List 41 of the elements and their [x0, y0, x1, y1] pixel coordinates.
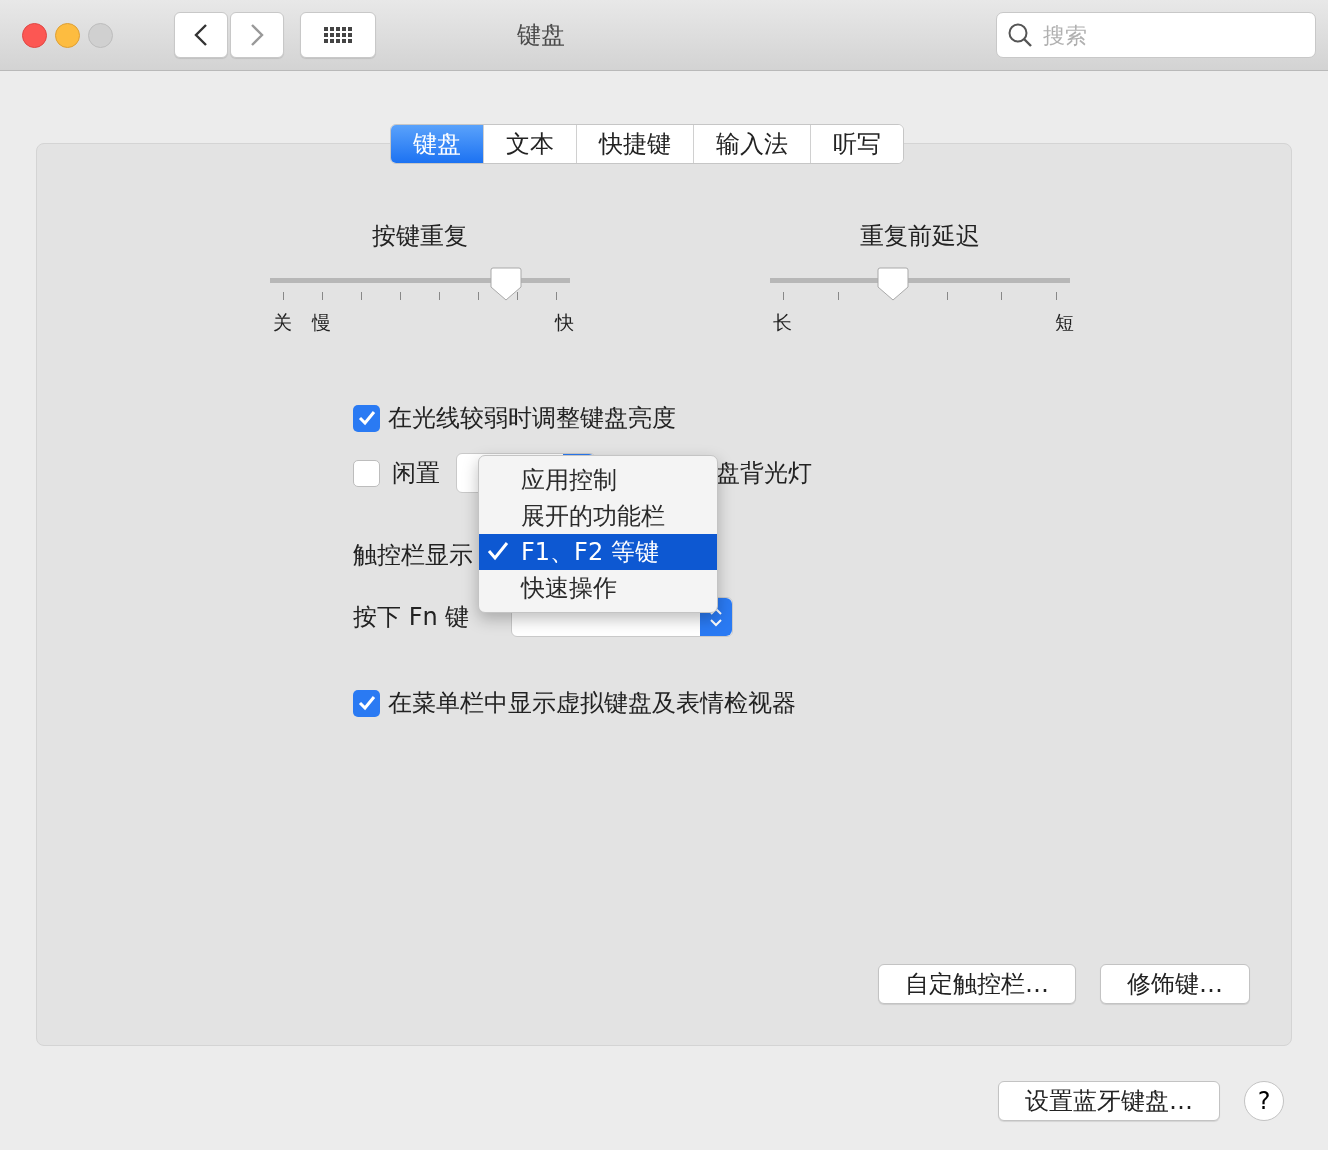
menu-item[interactable]: 快速操作	[479, 570, 717, 606]
window-title: 键盘	[516, 20, 566, 51]
checkbox[interactable]	[353, 459, 380, 487]
tick-label: 短	[1055, 310, 1074, 335]
search-input[interactable]: 搜索	[1041, 17, 1291, 53]
tick-label: 关	[273, 310, 292, 335]
back-button[interactable]	[174, 12, 228, 58]
checkbox-label: 闲置	[392, 458, 440, 489]
slider-thumb[interactable]	[877, 267, 910, 301]
menu-item[interactable]: 应用控制	[479, 462, 717, 498]
tick-label: 快	[555, 310, 574, 335]
menu-item[interactable]: F1、F2 等键	[479, 534, 717, 570]
checkbox[interactable]	[353, 404, 380, 432]
fn-key-label: 按下 Fn 键	[353, 602, 470, 633]
search-field[interactable]: 搜索	[996, 12, 1316, 58]
bluetooth-setup-button[interactable]: 设置蓝牙键盘…	[998, 1081, 1220, 1121]
help-button[interactable]: ?	[1244, 1081, 1284, 1121]
slider-title: 按键重复	[371, 221, 469, 252]
touch-bar-label: 触控栏显示	[353, 540, 473, 571]
backlight-label: 盘背光灯	[716, 458, 812, 489]
checkmark-icon	[357, 410, 376, 426]
menu-item[interactable]: 展开的功能栏	[479, 498, 717, 534]
chevron-left-icon	[194, 23, 208, 47]
panel-button[interactable]: 自定触控栏…	[878, 964, 1076, 1004]
chevron-right-icon	[250, 23, 264, 47]
checkbox-label: 在菜单栏中显示虚拟键盘及表情检视器	[388, 688, 796, 719]
grid-icon	[323, 26, 353, 44]
tick-label: 长	[773, 310, 792, 335]
panel-button[interactable]: 修饰键…	[1100, 964, 1250, 1004]
show-all-button[interactable]	[300, 12, 376, 58]
checkbox-label: 在光线较弱时调整键盘亮度	[388, 403, 676, 434]
tick-label: 慢	[312, 310, 332, 335]
close-button[interactable]	[22, 22, 47, 48]
checkmark-icon	[487, 541, 509, 561]
minimize-button[interactable]	[55, 22, 80, 48]
checkbox[interactable]	[353, 689, 380, 717]
slider-title: 重复前延迟	[859, 221, 981, 252]
zoom-button[interactable]	[88, 22, 113, 48]
search-icon	[1007, 22, 1033, 48]
checkmark-icon	[357, 695, 376, 711]
slider-thumb[interactable]	[489, 267, 522, 301]
